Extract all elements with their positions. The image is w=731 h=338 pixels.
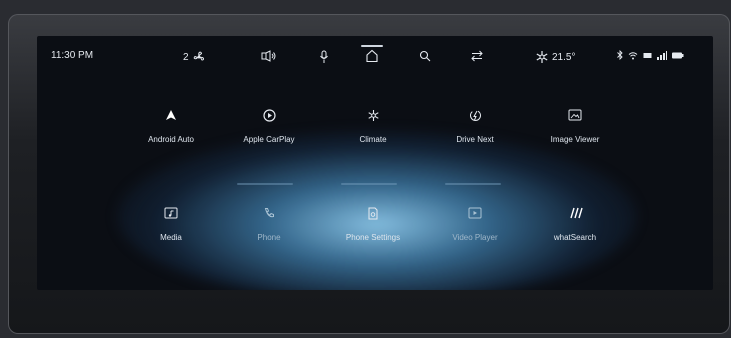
row-divider: [237, 183, 293, 185]
app-phone[interactable]: Phone: [209, 204, 329, 243]
image-icon: [568, 109, 582, 121]
app-label: Drive Next: [456, 135, 494, 144]
app-label: Climate: [359, 135, 387, 144]
app-label: Media: [160, 233, 182, 242]
app-image-viewer[interactable]: Image Viewer: [515, 106, 635, 145]
play-icon: [262, 108, 276, 122]
row-divider: [341, 183, 397, 185]
snowflake-icon: [367, 109, 379, 121]
phone-icon: [264, 208, 274, 218]
app-label: Phone Settings: [345, 233, 401, 242]
video-icon: [468, 207, 482, 219]
android-auto-icon: [166, 110, 176, 120]
app-label: Video Player: [452, 233, 498, 242]
app-label: whatSearch: [553, 233, 597, 242]
app-label: Phone: [257, 233, 281, 242]
app-label: Android Auto: [148, 135, 194, 144]
row-divider: [445, 183, 501, 185]
app-apple-carplay[interactable]: Apple CarPlay: [209, 106, 329, 145]
drive-icon: [469, 109, 481, 121]
media-icon: [164, 207, 178, 219]
phone-settings-icon: [368, 207, 378, 219]
search-slash-icon: [570, 207, 583, 219]
app-label: Image Viewer: [550, 135, 600, 144]
infotainment-screen: 11:30 PM 2 21.5° Android Auto Apple CarP…: [37, 36, 713, 290]
app-grid: Android Auto Apple CarPlay Climate Drive…: [37, 36, 713, 290]
app-label: Apple CarPlay: [243, 135, 295, 144]
app-whatsearch[interactable]: whatSearch: [515, 204, 635, 243]
